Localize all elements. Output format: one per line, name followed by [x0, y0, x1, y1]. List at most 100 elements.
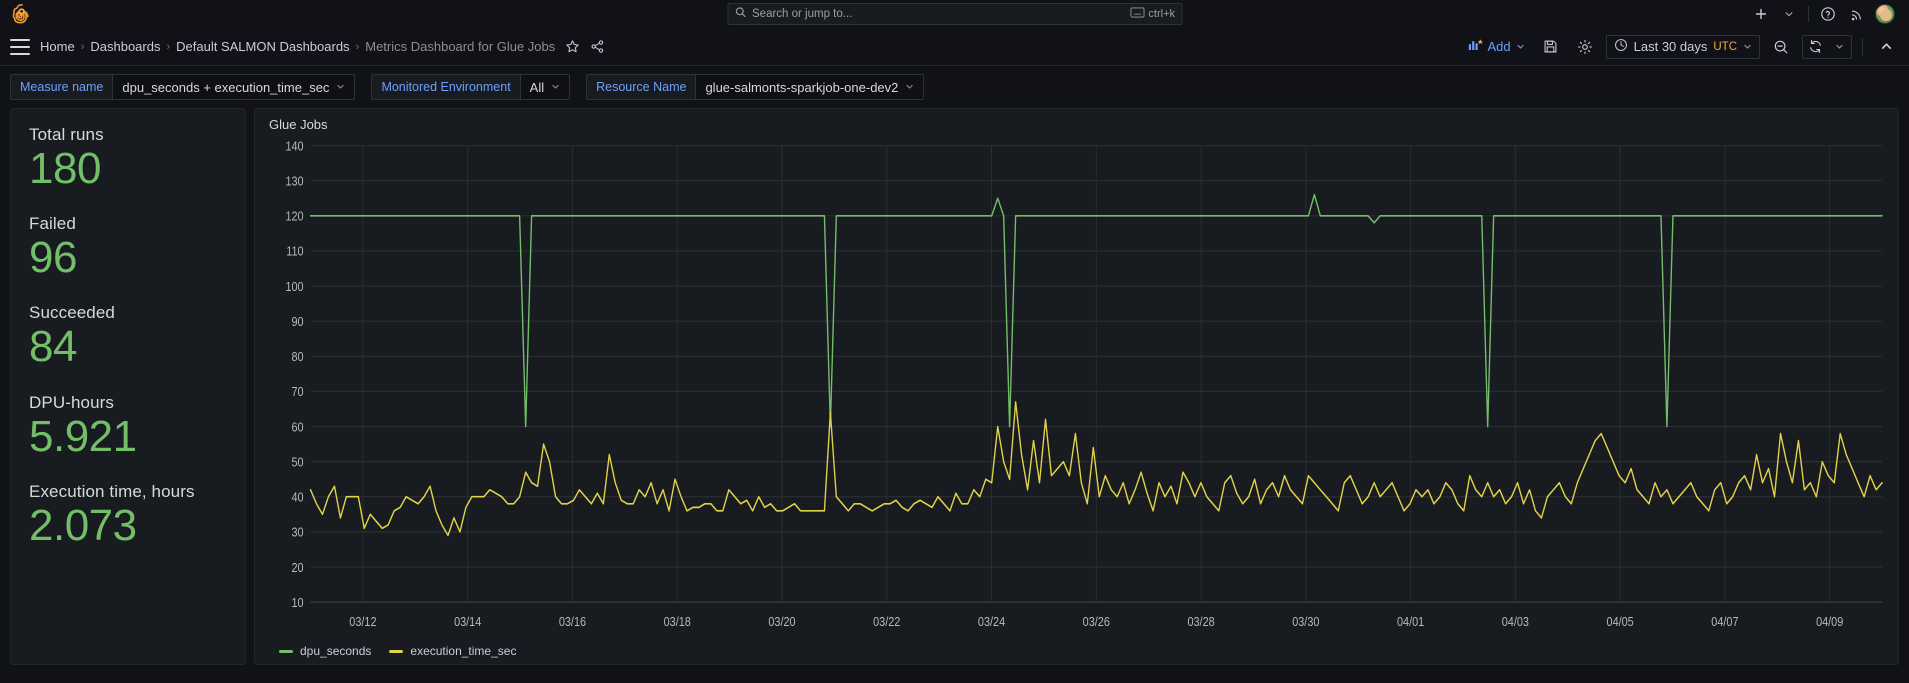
- variable-measure-name: Measure name dpu_seconds + execution_tim…: [10, 74, 356, 100]
- plot-area[interactable]: 10 20 30 40 50 60 70 80 90 100 110 120 130 140 03/12 03…: [265, 136, 1888, 638]
- timezone-label: UTC: [1713, 40, 1737, 53]
- svg-text:03/20: 03/20: [768, 614, 795, 629]
- refresh-icon[interactable]: [1803, 36, 1827, 58]
- svg-text:50: 50: [292, 454, 304, 469]
- plus-icon[interactable]: [1752, 5, 1770, 23]
- stat-execution-time-hours: Execution time, hours 2.073: [29, 482, 245, 549]
- search-shortcut-hint: ctrl+k: [1130, 7, 1175, 21]
- star-outline-icon[interactable]: [565, 39, 580, 54]
- svg-text:30: 30: [292, 525, 304, 540]
- svg-text:03/30: 03/30: [1292, 614, 1319, 629]
- variable-label: Resource Name: [586, 74, 696, 100]
- legend-label: execution_time_sec: [410, 644, 517, 658]
- help-circle-icon[interactable]: [1819, 5, 1837, 23]
- clock-icon: [1614, 38, 1628, 55]
- chart-legend: dpu_seconds execution_time_sec: [265, 638, 1888, 658]
- gear-icon[interactable]: [1572, 35, 1598, 59]
- stat-failed: Failed 96: [29, 214, 245, 281]
- breadcrumb-item-dashboards[interactable]: Dashboards: [90, 39, 160, 54]
- stat-title: Succeeded: [29, 303, 115, 323]
- variable-value-text: glue-salmonts-sparkjob-one-dev2: [705, 79, 899, 95]
- collapse-toolbar-button[interactable]: [1873, 35, 1899, 59]
- grafana-logo-icon[interactable]: [10, 2, 34, 26]
- stat-dpu-hours: DPU-hours 5.921: [29, 393, 245, 460]
- search-input[interactable]: Search or jump to... ctrl+k: [727, 3, 1182, 25]
- keyboard-icon: [1130, 7, 1145, 21]
- share-nodes-icon[interactable]: [590, 39, 605, 54]
- breadcrumb-separator: ›: [166, 40, 171, 53]
- hamburger-menu-icon[interactable]: [10, 38, 30, 55]
- stat-title: Execution time, hours: [29, 481, 195, 501]
- svg-text:04/09: 04/09: [1816, 614, 1843, 629]
- svg-text:03/28: 03/28: [1187, 614, 1214, 629]
- stats-panel: Total runs 180 Failed 96 Succeeded 84 DP…: [10, 108, 246, 665]
- svg-text:80: 80: [292, 349, 304, 364]
- svg-text:03/18: 03/18: [664, 614, 691, 629]
- svg-text:10: 10: [292, 595, 304, 610]
- svg-text:03/24: 03/24: [978, 614, 1005, 629]
- refresh-control-group: [1802, 34, 1852, 59]
- svg-text:03/26: 03/26: [1083, 614, 1110, 629]
- panel-add-icon: [1468, 38, 1483, 55]
- svg-text:140: 140: [285, 138, 303, 153]
- time-range-label: Last 30 days: [1633, 39, 1708, 54]
- svg-text:90: 90: [292, 314, 304, 329]
- breadcrumb: Home › Dashboards › Default SALMON Dashb…: [40, 39, 605, 54]
- user-avatar[interactable]: [1875, 4, 1895, 24]
- svg-text:04/01: 04/01: [1397, 614, 1424, 629]
- glue-jobs-timeseries-panel: Glue Jobs 10 20 30 40 50 60 70 80 90 100 110 120 130…: [254, 108, 1899, 665]
- svg-text:70: 70: [292, 384, 304, 399]
- variable-label: Measure name: [10, 74, 113, 100]
- legend-item-execution-time-sec[interactable]: execution_time_sec: [389, 644, 516, 658]
- timeseries-plot[interactable]: 10 20 30 40 50 60 70 80 90 100 110 120 130 140 03/12 03…: [265, 136, 1888, 638]
- variable-value-dropdown[interactable]: All: [519, 74, 571, 100]
- dashboard-body: Total runs 180 Failed 96 Succeeded 84 DP…: [0, 108, 1909, 675]
- svg-text:20: 20: [292, 560, 304, 575]
- variable-value-dropdown[interactable]: glue-salmonts-sparkjob-one-dev2: [695, 74, 925, 100]
- legend-label: dpu_seconds: [300, 644, 372, 658]
- search-shortcut-text: ctrl+k: [1148, 8, 1175, 20]
- chevron-down-icon: [1743, 39, 1752, 54]
- refresh-interval-chevron-down-icon[interactable]: [1827, 36, 1851, 58]
- stat-value: 2.073: [29, 500, 137, 550]
- divider: [1862, 37, 1863, 56]
- stat-title: Failed: [29, 214, 76, 234]
- breadcrumb-separator: ›: [355, 40, 360, 53]
- add-panel-button[interactable]: Add: [1463, 35, 1530, 58]
- stat-title: Total runs: [29, 125, 104, 144]
- variable-monitored-environment: Monitored Environment All: [371, 74, 571, 100]
- breadcrumb-item-home[interactable]: Home: [40, 39, 75, 54]
- time-range-picker[interactable]: Last 30 days UTC: [1605, 34, 1760, 59]
- variable-value-dropdown[interactable]: dpu_seconds + execution_time_sec: [112, 74, 356, 100]
- stat-value: 180: [29, 144, 101, 193]
- svg-text:04/03: 04/03: [1502, 614, 1529, 629]
- add-panel-label: Add: [1487, 39, 1511, 54]
- svg-text:120: 120: [285, 209, 303, 224]
- legend-item-dpu-seconds[interactable]: dpu_seconds: [279, 644, 371, 658]
- breadcrumb-toolbar: Home › Dashboards › Default SALMON Dashb…: [0, 28, 1909, 66]
- variable-resource-name: Resource Name glue-salmonts-sparkjob-one…: [586, 74, 925, 100]
- chevron-down-icon: [336, 82, 345, 93]
- search-icon: [734, 5, 746, 23]
- svg-text:04/07: 04/07: [1711, 614, 1738, 629]
- breadcrumb-item-current: Metrics Dashboard for Glue Jobs: [365, 39, 556, 54]
- template-variable-bar: Measure name dpu_seconds + execution_tim…: [0, 66, 1909, 108]
- divider: [1808, 6, 1809, 22]
- stat-succeeded: Succeeded 84: [29, 303, 245, 370]
- svg-text:40: 40: [292, 490, 304, 505]
- stat-title: DPU-hours: [29, 392, 114, 412]
- save-dashboard-button[interactable]: [1538, 35, 1564, 59]
- svg-text:60: 60: [292, 419, 304, 434]
- svg-text:03/16: 03/16: [559, 614, 586, 629]
- rss-icon[interactable]: [1847, 5, 1865, 23]
- zoom-out-icon[interactable]: [1768, 35, 1794, 59]
- chevron-down-icon[interactable]: [1780, 5, 1798, 23]
- breadcrumb-item-default-salmon-dashboards[interactable]: Default SALMON Dashboards: [176, 39, 349, 54]
- breadcrumb-separator: ›: [80, 40, 85, 53]
- top-navigation-bar: Search or jump to... ctrl+k: [0, 0, 1909, 28]
- stat-value: 96: [29, 233, 77, 283]
- stat-value: 84: [29, 322, 77, 372]
- svg-text:03/12: 03/12: [349, 614, 376, 629]
- legend-color-swatch: [389, 649, 404, 653]
- panel-title: Glue Jobs: [269, 117, 328, 132]
